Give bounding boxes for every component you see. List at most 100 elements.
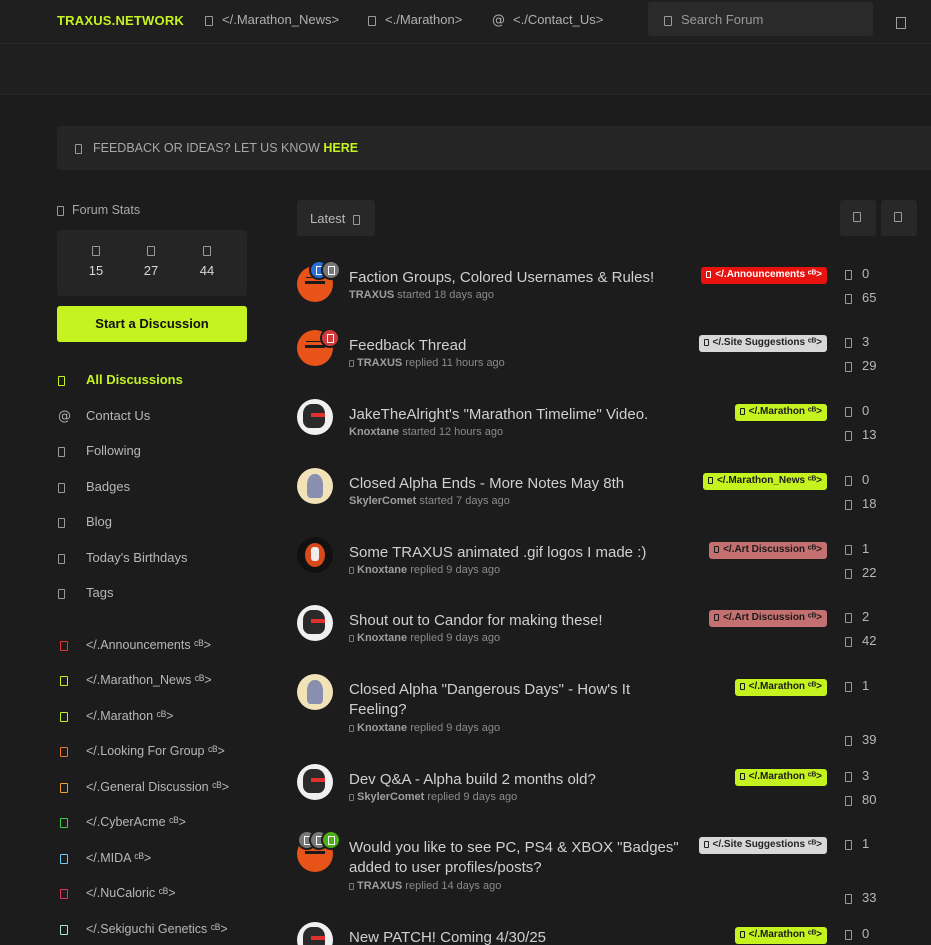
tag-badge[interactable]: </.Art Discussion ᶜᴮ> — [709, 542, 827, 559]
discussion-meta: TRAXUS replied 14 days ago — [349, 880, 501, 892]
author-name[interactable]: TRAXUS — [357, 880, 402, 892]
discussion-title[interactable]: Closed Alpha Ends - More Notes May 8th — [349, 474, 689, 494]
tag-icon — [60, 675, 68, 686]
mark-all-read-button[interactable] — [881, 200, 917, 236]
discussion-meta: TRAXUS replied 11 hours ago — [349, 357, 505, 369]
user-menu-icon[interactable] — [896, 17, 906, 29]
star-icon — [58, 446, 65, 457]
tag-badge[interactable]: </.Marathon ᶜᴮ> — [734, 927, 827, 944]
tag-badge[interactable]: </.Marathon ᶜᴮ> — [734, 769, 827, 786]
reply-icon — [349, 793, 354, 801]
tag-badge[interactable]: </.Art Discussion ᶜᴮ> — [709, 610, 827, 627]
label-badge-icon — [320, 328, 340, 348]
reply-count: 3 — [845, 334, 869, 349]
comment-icon — [845, 929, 852, 940]
label-badge-icon — [321, 260, 341, 280]
site-logo[interactable]: TRAXUS.NETWORK — [57, 13, 184, 28]
tag-badge[interactable]: </.Marathon_News ᶜᴮ> — [702, 473, 827, 490]
avatar[interactable] — [297, 764, 333, 800]
timestamp: 9 days ago — [446, 564, 501, 576]
comment-icon — [845, 612, 852, 623]
feedback-link[interactable]: HERE — [323, 141, 358, 155]
gamepad-icon — [368, 15, 376, 26]
author-name[interactable]: SkylerComet — [349, 495, 416, 507]
reply-count: 0 — [845, 472, 869, 487]
avatar[interactable] — [297, 674, 333, 710]
refresh-icon — [853, 212, 861, 222]
search-input[interactable]: Search Forum — [648, 2, 873, 36]
comment-icon — [845, 681, 852, 692]
nav-marathon-link[interactable]: <./Marathon> — [368, 12, 462, 27]
sidebar-item-badges[interactable]: Badges — [58, 479, 130, 494]
discussion-title[interactable]: New PATCH! Coming 4/30/25 — [349, 928, 689, 945]
discussion-title[interactable]: Feedback Thread — [349, 336, 689, 356]
discussion-meta: Knoxtane replied 9 days ago — [349, 564, 500, 576]
discussion-title[interactable]: Would you like to see PC, PS4 & XBOX "Ba… — [349, 838, 689, 878]
sidebar-tag-item[interactable]: </.Marathon ᶜᴮ> — [60, 709, 173, 723]
nav-contact-link[interactable]: @ <./Contact_Us> — [492, 12, 603, 28]
author-name[interactable]: Knoxtane — [357, 722, 407, 734]
avatar[interactable] — [297, 537, 333, 573]
author-name[interactable]: Knoxtane — [349, 426, 399, 438]
reply-icon — [349, 634, 354, 642]
view-count: 80 — [845, 792, 876, 807]
reply-icon — [349, 724, 354, 732]
sidebar-tag-item[interactable]: </.General Discussion ᶜᴮ> — [60, 780, 229, 794]
view-count: 39 — [845, 732, 876, 747]
discussion-title[interactable]: Some TRAXUS animated .gif logos I made :… — [349, 543, 689, 563]
hero-banner — [0, 45, 931, 95]
avatar[interactable] — [297, 922, 333, 945]
discussion-title[interactable]: JakeTheAlright's "Marathon Timelime" Vid… — [349, 405, 689, 425]
tag-badge[interactable]: </.Marathon ᶜᴮ> — [734, 679, 827, 696]
tag-badge[interactable]: </.Marathon ᶜᴮ> — [734, 404, 827, 421]
sidebar-tag-item[interactable]: </.CyberAcme ᶜᴮ> — [60, 815, 186, 829]
sidebar-tag-item[interactable]: </.Announcements ᶜᴮ> — [60, 638, 211, 652]
sidebar-item-birthdays[interactable]: Today's Birthdays — [58, 550, 187, 565]
nav-marathon-news-link[interactable]: </.Marathon_News> — [205, 12, 339, 27]
comment-icon — [845, 269, 852, 280]
start-discussion-button[interactable]: Start a Discussion — [57, 306, 247, 342]
discussion-title[interactable]: Faction Groups, Colored Usernames & Rule… — [349, 268, 689, 288]
reply-icon — [349, 566, 354, 574]
refresh-button[interactable] — [840, 200, 876, 236]
avatar[interactable] — [297, 605, 333, 641]
discussion-meta: TRAXUS started 18 days ago — [349, 289, 494, 301]
sidebar-tag-item[interactable]: </.NuCaloric ᶜᴮ> — [60, 886, 176, 900]
sidebar-item-blog[interactable]: Blog — [58, 514, 112, 529]
users-icon — [92, 246, 100, 256]
discussion-title[interactable]: Shout out to Candor for making these! — [349, 611, 689, 631]
timestamp: 7 days ago — [456, 495, 510, 507]
tag-badge[interactable]: </.Announcements ᶜᴮ> — [701, 267, 827, 284]
sidebar-tag-item[interactable]: </.Looking For Group ᶜᴮ> — [60, 744, 225, 758]
avatar[interactable] — [297, 468, 333, 504]
sidebar-item-all-discussions[interactable]: All Discussions — [58, 372, 183, 387]
eye-icon — [845, 568, 852, 579]
tag-badge[interactable]: </.Site Suggestions ᶜᴮ> — [698, 837, 827, 854]
author-name[interactable]: TRAXUS — [349, 289, 394, 301]
author-name[interactable]: SkylerComet — [357, 791, 424, 803]
author-name[interactable]: TRAXUS — [357, 357, 402, 369]
discussion-title[interactable]: Dev Q&A - Alpha build 2 months old? — [349, 770, 689, 790]
sidebar-item-following[interactable]: Following — [58, 443, 141, 458]
sidebar-item-contact-us[interactable]: @ Contact Us — [58, 408, 150, 424]
sidebar-tag-item[interactable]: </.Sekiguchi Genetics ᶜᴮ> — [60, 922, 228, 936]
sort-dropdown[interactable]: Latest — [297, 200, 375, 236]
reply-count: 2 — [845, 609, 869, 624]
avatar[interactable] — [297, 399, 333, 435]
sidebar-item-tags[interactable]: Tags — [58, 585, 113, 600]
timestamp: 11 hours ago — [441, 357, 505, 369]
tag-icon — [739, 772, 745, 780]
blog-icon — [58, 517, 65, 528]
discussion-meta: SkylerComet started 7 days ago — [349, 495, 510, 507]
check-icon — [894, 212, 902, 222]
sidebar-tag-item[interactable]: </.Marathon_News ᶜᴮ> — [60, 673, 212, 687]
top-navbar: TRAXUS.NETWORK </.Marathon_News> <./Mara… — [0, 0, 931, 44]
tag-icon — [714, 613, 720, 621]
sidebar-tag-item[interactable]: </.MIDA ᶜᴮ> — [60, 851, 151, 865]
author-name[interactable]: Knoxtane — [357, 564, 407, 576]
view-count: 29 — [845, 358, 876, 373]
tag-badge[interactable]: </.Site Suggestions ᶜᴮ> — [698, 335, 827, 352]
discussion-title[interactable]: Closed Alpha "Dangerous Days" - How's It… — [349, 680, 689, 720]
author-name[interactable]: Knoxtane — [357, 632, 407, 644]
search-icon — [664, 15, 672, 26]
